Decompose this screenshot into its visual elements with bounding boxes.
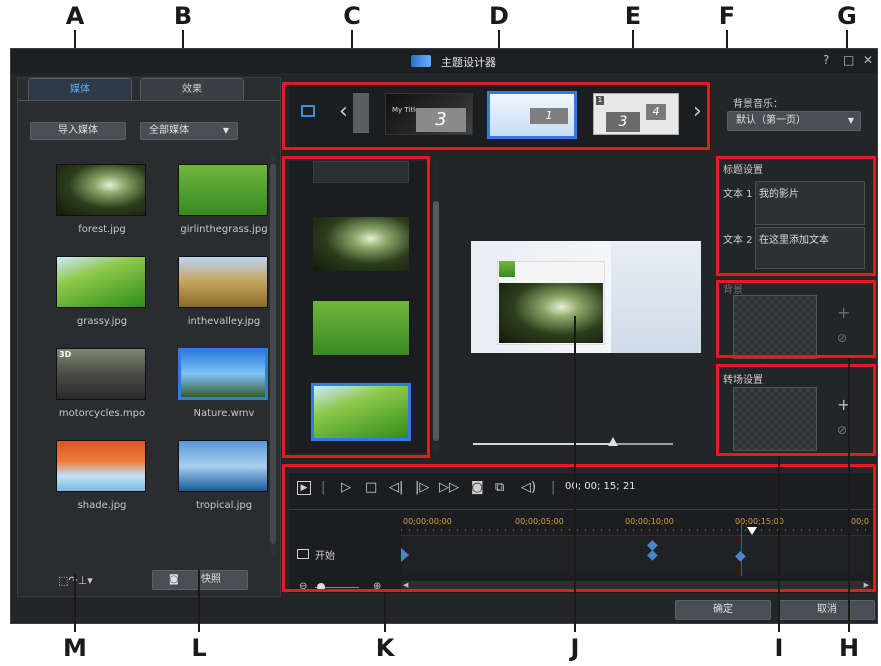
media-item[interactable]: grassy.jpg xyxy=(42,256,162,340)
callout-e: E xyxy=(624,2,642,30)
media-filename: shade.jpg xyxy=(77,500,127,511)
callout-l-leader xyxy=(198,570,200,632)
media-scrollbar-thumb[interactable] xyxy=(270,164,276,544)
media-thumbnail[interactable] xyxy=(178,256,268,308)
maximize-icon[interactable]: □ xyxy=(843,53,854,67)
window-title: 主题设计器 xyxy=(441,56,496,69)
media-thumbnail[interactable] xyxy=(178,164,268,216)
tab-effects[interactable]: 效果 xyxy=(140,78,244,100)
tab-divider xyxy=(18,100,280,101)
media-thumbnail[interactable] xyxy=(178,440,268,492)
highlight-c-page-list xyxy=(282,156,430,458)
highlight-transition xyxy=(716,364,876,456)
cancel-button[interactable]: 取消 xyxy=(779,600,875,620)
media-filter-dropdown[interactable]: 全部媒体 ▼ xyxy=(140,122,238,140)
callout-b: B xyxy=(173,2,193,30)
callout-a: A xyxy=(65,2,85,30)
chevron-down-icon: ▼ xyxy=(222,126,229,135)
tab-media[interactable]: 媒体 xyxy=(28,78,132,100)
camera-icon: ◙ xyxy=(169,574,179,585)
media-scrollbar[interactable] xyxy=(270,154,276,554)
callout-i-leader xyxy=(778,456,780,632)
media-filename: forest.jpg xyxy=(78,224,126,235)
callout-j: J xyxy=(570,634,580,662)
media-library-panel: 媒体 效果 导入媒体 全部媒体 ▼ forest.jpg girlinthegra… xyxy=(17,77,281,597)
media-item[interactable]: forest.jpg xyxy=(42,164,162,248)
storyboard-toggle-icon[interactable]: ⬚↷⊥▾ xyxy=(58,574,108,588)
bg-music-label: 背景音乐： xyxy=(733,99,783,110)
snapshot-button[interactable]: ◙ 快照 xyxy=(152,570,248,590)
media-filename: tropical.jpg xyxy=(195,500,253,511)
3d-badge: 3D xyxy=(59,350,72,359)
media-item[interactable]: inthevalley.jpg xyxy=(164,256,284,340)
media-filename: Nature.wmv xyxy=(193,408,255,419)
bg-music-value: 默认（第一页） xyxy=(736,115,806,126)
callout-h: H xyxy=(838,634,860,662)
media-filename: inthevalley.jpg xyxy=(187,316,261,327)
media-item[interactable]: girlinthegrass.jpg xyxy=(164,164,284,248)
close-icon[interactable]: ✕ xyxy=(863,53,873,67)
media-filename: girlinthegrass.jpg xyxy=(180,224,268,235)
media-item[interactable]: 3D motorcycles.mpo xyxy=(42,348,162,432)
media-item[interactable]: shade.jpg xyxy=(42,440,162,524)
highlight-background xyxy=(716,280,876,358)
highlight-f-title-settings xyxy=(716,156,876,276)
page-list-scrollbar[interactable] xyxy=(433,161,439,453)
title-bar: 主题设计器 ? □ ✕ xyxy=(11,49,877,73)
callout-d: D xyxy=(489,2,509,30)
callout-k-leader xyxy=(384,592,386,632)
import-media-button[interactable]: 导入媒体 xyxy=(30,122,126,140)
media-thumbnail[interactable]: 3D xyxy=(56,348,146,400)
help-icon[interactable]: ? xyxy=(823,53,829,67)
preview-right-panel xyxy=(611,241,701,353)
preview-slider-handle[interactable] xyxy=(608,437,618,446)
callout-g: G xyxy=(837,2,857,30)
app-logo-icon xyxy=(411,55,431,67)
media-thumbnail[interactable] xyxy=(56,164,146,216)
callout-l: L xyxy=(191,634,207,662)
callout-h-leader xyxy=(848,358,850,632)
snapshot-label: 快照 xyxy=(201,574,221,585)
preview-small-photo xyxy=(499,261,515,277)
media-thumbnail[interactable] xyxy=(56,256,146,308)
media-item[interactable]: Nature.wmv xyxy=(164,348,284,432)
media-thumbnail[interactable] xyxy=(56,440,146,492)
chevron-down-icon: ▼ xyxy=(847,116,854,125)
media-filename: motorcycles.mpo xyxy=(58,408,146,419)
preview-slider-fill xyxy=(473,443,613,445)
callout-i: I xyxy=(774,634,784,662)
bg-music-dropdown[interactable]: 默认（第一页） ▼ xyxy=(727,111,861,131)
highlight-k-timeline xyxy=(282,464,876,592)
preview-slider-track[interactable] xyxy=(473,437,673,446)
callout-j-leader xyxy=(574,316,576,632)
callout-m-leader xyxy=(74,574,76,632)
media-filter-value: 全部媒体 xyxy=(149,125,189,136)
preview-main-photo xyxy=(499,283,603,343)
callout-m: M xyxy=(63,634,87,662)
media-filename: grassy.jpg xyxy=(76,316,128,327)
callout-c: C xyxy=(343,2,361,30)
callout-k: K xyxy=(375,634,395,662)
highlight-d-template-strip xyxy=(282,82,710,150)
ok-button[interactable]: 确定 xyxy=(675,600,771,620)
media-item[interactable]: tropical.jpg xyxy=(164,440,284,524)
callout-f: F xyxy=(718,2,736,30)
preview-canvas[interactable] xyxy=(471,241,701,353)
media-thumbnail[interactable] xyxy=(178,348,268,400)
page-list-scrollbar-thumb[interactable] xyxy=(433,201,439,441)
